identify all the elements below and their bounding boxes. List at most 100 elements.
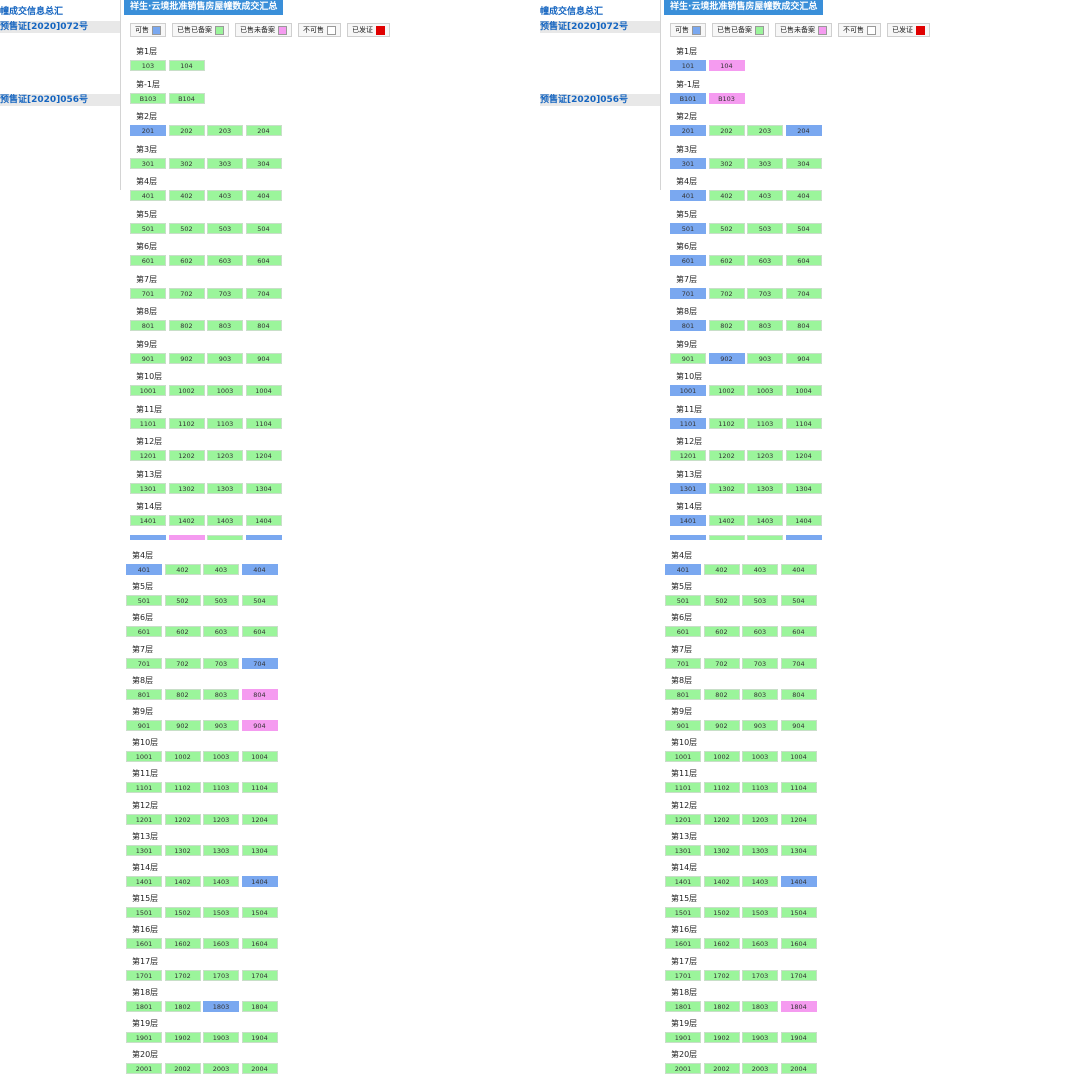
unit-cell[interactable]: 1302 [703, 844, 740, 856]
unit-cell[interactable]: 1004 [780, 751, 817, 763]
unit-cell[interactable]: 202 [168, 125, 205, 136]
unit-cell[interactable]: 903 [207, 352, 243, 364]
unit-cell[interactable]: 604 [245, 255, 282, 266]
unit-cell[interactable]: 704 [785, 287, 822, 299]
unit-cell[interactable]: 101 [670, 60, 706, 71]
unit-cell[interactable]: 303 [747, 157, 783, 169]
unit-cell[interactable]: 403 [742, 564, 778, 575]
unit-cell[interactable]: 1401 [126, 876, 162, 887]
unit-cell[interactable]: 402 [703, 564, 740, 575]
unit-cell[interactable]: 504 [241, 595, 278, 607]
unit-cell[interactable]: 1101 [130, 417, 166, 429]
unit-cell[interactable]: 1004 [785, 385, 822, 396]
unit-cell[interactable]: 601 [665, 626, 701, 638]
unit-cell[interactable]: 1501 [126, 907, 162, 919]
unit-cell[interactable]: B101 [670, 92, 706, 104]
unit-cell[interactable]: 604 [241, 626, 278, 638]
unit-cell[interactable]: 1001 [126, 751, 162, 763]
unit-cell[interactable]: 204 [785, 125, 822, 136]
unit-cell[interactable]: 1502 [703, 907, 740, 919]
unit-cell[interactable]: 1102 [708, 417, 745, 429]
unit-cell[interactable]: 1202 [708, 450, 745, 461]
unit-cell[interactable]: 602 [164, 626, 201, 638]
unit-cell[interactable]: B104 [168, 92, 205, 104]
unit-cell[interactable]: 1804 [780, 1000, 817, 1012]
unit-cell[interactable]: 2004 [780, 1063, 817, 1075]
unit-cell[interactable]: 501 [665, 595, 701, 607]
unit-cell[interactable]: 1904 [241, 1032, 278, 1043]
unit-cell[interactable]: 1201 [130, 450, 166, 461]
unit-cell[interactable]: 901 [665, 720, 701, 731]
unit-cell[interactable]: 1001 [665, 751, 701, 763]
unit-cell[interactable]: 601 [130, 255, 166, 266]
unit-cell[interactable]: 804 [245, 320, 282, 331]
unit-cell[interactable]: 404 [785, 190, 822, 201]
unit-cell[interactable]: 802 [703, 688, 740, 700]
unit-cell[interactable]: 1501 [665, 907, 701, 919]
unit-cell[interactable]: 1204 [780, 813, 817, 825]
unit-cell[interactable]: 1203 [207, 450, 243, 461]
unit-cell[interactable]: 2004 [241, 1063, 278, 1075]
unit-cell[interactable]: 1504 [780, 907, 817, 919]
unit-cell[interactable]: 1701 [126, 969, 162, 981]
unit-cell[interactable]: 1302 [168, 482, 205, 494]
unit-cell[interactable]: 1401 [670, 515, 706, 526]
unit-cell[interactable]: 1303 [747, 482, 783, 494]
unit-cell[interactable]: 1704 [241, 969, 278, 981]
unit-cell[interactable]: 801 [130, 320, 166, 331]
unit-cell[interactable]: 603 [742, 626, 778, 638]
unit-cell[interactable]: 104 [168, 60, 205, 71]
unit-cell[interactable]: 1304 [241, 844, 278, 856]
unit-cell[interactable]: 1204 [245, 450, 282, 461]
unit-cell[interactable]: 201 [130, 125, 166, 136]
unit-cell[interactable]: 903 [203, 720, 239, 731]
unit-cell[interactable]: 803 [747, 320, 783, 331]
unit-cell[interactable]: 2003 [203, 1063, 239, 1075]
unit-cell[interactable]: 301 [670, 157, 706, 169]
unit-cell[interactable]: 1301 [130, 482, 166, 494]
unit-cell[interactable]: 401 [665, 564, 701, 575]
unit-cell[interactable]: 403 [747, 190, 783, 201]
cert-item[interactable]: 预售证[2020]072号 [540, 21, 660, 33]
unit-cell[interactable]: 502 [168, 222, 205, 234]
unit-cell[interactable]: 902 [168, 352, 205, 364]
unit-cell[interactable]: 404 [245, 190, 282, 201]
unit-cell[interactable]: 701 [130, 287, 166, 299]
unit-cell[interactable]: 1801 [665, 1000, 701, 1012]
unit-cell[interactable]: 904 [785, 352, 822, 364]
unit-cell[interactable]: 1801 [126, 1000, 162, 1012]
unit-cell[interactable]: 1804 [241, 1000, 278, 1012]
unit-cell[interactable]: 903 [742, 720, 778, 731]
unit-cell[interactable]: 1303 [207, 482, 243, 494]
unit-cell[interactable]: 1404 [780, 876, 817, 887]
unit-cell[interactable]: 1002 [168, 385, 205, 396]
unit-cell[interactable]: 1301 [665, 844, 701, 856]
unit-cell[interactable]: 804 [241, 688, 278, 700]
unit-cell[interactable]: 901 [670, 352, 706, 364]
unit-cell[interactable]: 502 [164, 595, 201, 607]
unit-cell[interactable]: 1702 [164, 969, 201, 981]
unit-cell[interactable]: 1702 [703, 969, 740, 981]
unit-cell[interactable]: 1601 [126, 938, 162, 950]
unit-cell[interactable]: 1402 [703, 876, 740, 887]
unit-cell[interactable]: 1204 [785, 450, 822, 461]
unit-cell[interactable]: 602 [703, 626, 740, 638]
unit-cell[interactable]: 1803 [742, 1000, 778, 1012]
unit-cell[interactable]: 1004 [241, 751, 278, 763]
unit-cell[interactable]: 904 [241, 720, 278, 731]
unit-cell[interactable]: 601 [126, 626, 162, 638]
unit-cell[interactable]: 803 [742, 688, 778, 700]
unit-cell[interactable]: 104 [708, 60, 745, 71]
unit-cell[interactable]: 303 [207, 157, 243, 169]
unit-cell[interactable]: 1901 [126, 1032, 162, 1043]
unit-cell[interactable]: 1902 [703, 1032, 740, 1043]
unit-cell[interactable]: 604 [780, 626, 817, 638]
unit-cell[interactable]: 1203 [747, 450, 783, 461]
unit-cell[interactable]: 1503 [203, 907, 239, 919]
unit-cell[interactable]: 1603 [203, 938, 239, 950]
cert-item[interactable]: 预售证[2020]072号 [0, 21, 120, 33]
unit-cell[interactable]: 1402 [708, 515, 745, 526]
unit-cell[interactable]: 2001 [665, 1063, 701, 1075]
unit-cell[interactable]: 703 [203, 657, 239, 669]
unit-cell[interactable]: 1401 [665, 876, 701, 887]
